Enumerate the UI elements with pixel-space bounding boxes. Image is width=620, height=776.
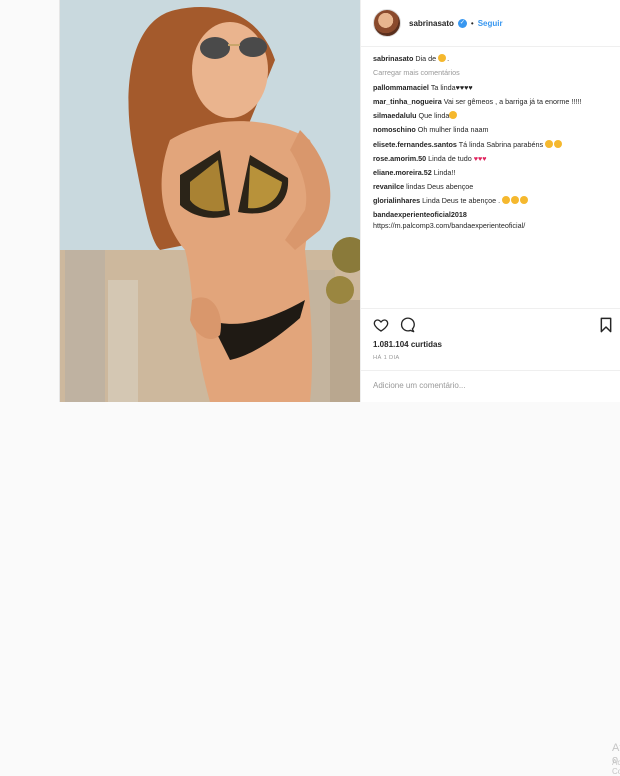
smile-emoji-icon	[511, 196, 520, 205]
comments-list: sabrinasato Dia de . Carregar mais comen…	[373, 54, 613, 235]
comment-username[interactable]: nomoschino	[373, 125, 416, 134]
verified-badge-icon: ✓	[457, 18, 467, 28]
comment-username[interactable]: eliane.moreira.52	[373, 168, 432, 177]
heart-icon[interactable]	[373, 317, 389, 338]
comment-item: eliane.moreira.52 Linda!!	[373, 168, 613, 179]
clap-emoji-icon	[545, 139, 554, 148]
caption-text: Dia de	[415, 54, 437, 63]
red-heart-icon: ♥♥♥	[473, 153, 487, 163]
comment-text: Tá linda Sabrina parabéns	[458, 139, 544, 149]
comment-username[interactable]: rose.amorim.50	[373, 154, 426, 163]
load-more-comments-link[interactable]: Carregar mais comentários	[373, 68, 613, 79]
comment-icon[interactable]	[399, 317, 415, 338]
smile-emoji-icon	[520, 196, 529, 205]
comment-item: elisete.fernandes.santos Tá linda Sabrin…	[373, 139, 613, 151]
comment-username[interactable]: silmaedalulu	[373, 111, 417, 120]
comment-item: pallommamaciel Ta linda♥♥♥♥	[373, 83, 613, 94]
comment-username[interactable]: bandaexperienteoficial2018	[373, 210, 467, 219]
comment-item: glorialinhares Linda Deus te abençoe .	[373, 196, 613, 207]
comment-text: Que linda	[418, 111, 450, 121]
comment-item: mar_tinha_nogueira Vai ser gêmeos , a ba…	[373, 97, 613, 108]
photo-illustration	[60, 0, 360, 402]
add-comment-bar: Ativar o W Acesse Config	[361, 370, 620, 776]
comment-text: Vai ser gêmeos , a barriga já ta enorme …	[443, 96, 582, 106]
comment-item: nomoschino Oh mulher linda naam	[373, 125, 613, 136]
comment-item: bandaexperienteoficial2018 https://m.pal…	[373, 210, 613, 231]
post-photo[interactable]	[60, 0, 360, 402]
follow-button[interactable]: Seguir	[478, 19, 503, 28]
likes-count[interactable]: 1.081.104 curtidas	[373, 340, 442, 349]
comment-username[interactable]: pallommamaciel	[373, 83, 429, 92]
add-comment-input[interactable]	[373, 381, 573, 390]
comment-text: Linda!!	[433, 167, 456, 177]
comment-username[interactable]: mar_tinha_nogueira	[373, 97, 442, 106]
comment-text: Linda de tudo	[428, 153, 472, 163]
clap-emoji-icon	[554, 139, 563, 148]
comment-username[interactable]: revanilce	[373, 182, 404, 191]
comment-text: lindas Deus abençoe	[406, 182, 474, 192]
comment-text: Linda Deus te abençoe .	[422, 196, 501, 206]
heart-eyes-emoji-icon	[449, 111, 458, 120]
heart-eyes-emoji-icon	[502, 196, 511, 205]
comment-item: silmaedalulu Que linda	[373, 111, 613, 122]
comment-username[interactable]: elisete.fernandes.santos	[373, 140, 457, 149]
comment-text: Oh mulher linda naam	[417, 125, 489, 135]
caption: sabrinasato Dia de .	[373, 54, 450, 63]
comment-item: rose.amorim.50 Linda de tudo ♥♥♥	[373, 154, 613, 165]
post-sidebar: sabrinasato ✓ • Seguir sabrinasato Dia d…	[360, 0, 620, 776]
header-username[interactable]: sabrinasato	[409, 19, 454, 28]
comment-username[interactable]: glorialinhares	[373, 196, 420, 205]
post-timestamp: HÁ 1 DIA	[373, 355, 400, 361]
avatar[interactable]	[373, 9, 401, 37]
activation-watermark-sub: Acesse Config	[612, 758, 620, 776]
comment-link[interactable]: https://m.palcomp3.com/bandaexperienteof…	[373, 221, 525, 230]
post-card: sabrinasato ✓ • Seguir sabrinasato Dia d…	[59, 0, 620, 776]
bookmark-icon[interactable]	[599, 317, 613, 338]
separator-dot: •	[470, 18, 474, 28]
post-header: sabrinasato ✓ • Seguir	[361, 0, 620, 47]
sun-icon	[438, 54, 447, 62]
comment-item: revanilce lindas Deus abençoe	[373, 182, 613, 193]
comment-text: Ta linda♥♥♥♥	[430, 82, 473, 92]
caption-username[interactable]: sabrinasato	[373, 54, 413, 63]
